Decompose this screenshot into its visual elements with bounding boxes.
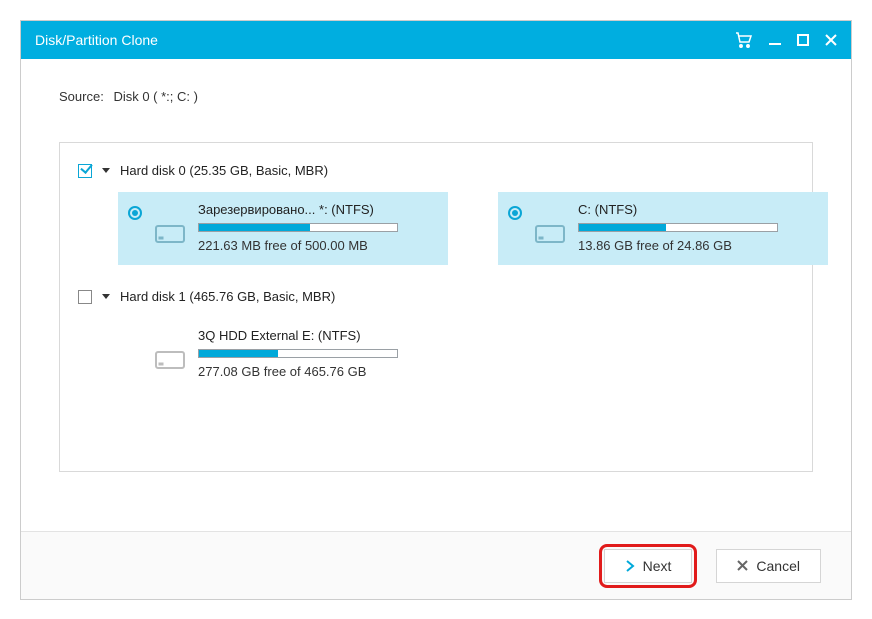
disk-icon [534, 220, 566, 248]
next-label: Next [643, 558, 672, 574]
partition-card-1-0[interactable]: 3Q HDD External E: (NTFS) 277.08 GB free… [118, 318, 448, 391]
clone-window: Disk/Partition Clone Source: Disk 0 ( *:… [20, 20, 852, 600]
usage-bar [198, 349, 398, 358]
disk-row-0[interactable]: Hard disk 0 (25.35 GB, Basic, MBR) [78, 157, 794, 184]
minimize-icon[interactable] [769, 34, 781, 46]
partition-title: C: (NTFS) [578, 202, 778, 217]
disk-label-0: Hard disk 0 (25.35 GB, Basic, MBR) [120, 163, 328, 178]
partitions-disk-0: Зарезервировано... *: (NTFS) 221.63 MB f… [118, 192, 794, 265]
footer: Next Cancel [21, 531, 851, 599]
disk-row-1[interactable]: Hard disk 1 (465.76 GB, Basic, MBR) [78, 283, 794, 310]
partition-title: 3Q HDD External E: (NTFS) [198, 328, 398, 343]
window-title: Disk/Partition Clone [35, 32, 158, 48]
disk-selection-panel: Hard disk 0 (25.35 GB, Basic, MBR) Зарез… [59, 142, 813, 472]
source-row: Source: Disk 0 ( *:; C: ) [21, 59, 851, 118]
maximize-icon[interactable] [797, 34, 809, 46]
disk-icon [154, 220, 186, 248]
partition-free: 13.86 GB free of 24.86 GB [578, 238, 778, 253]
usage-bar [578, 223, 778, 232]
next-button[interactable]: Next [604, 549, 693, 583]
close-icon [737, 560, 748, 571]
partition-radio-0-1[interactable] [508, 206, 522, 220]
partition-title: Зарезервировано... *: (NTFS) [198, 202, 398, 217]
cancel-button[interactable]: Cancel [716, 549, 821, 583]
partitions-disk-1: 3Q HDD External E: (NTFS) 277.08 GB free… [118, 318, 794, 391]
partition-info: C: (NTFS) 13.86 GB free of 24.86 GB [578, 202, 778, 253]
titlebar: Disk/Partition Clone [21, 21, 851, 59]
source-value: Disk 0 ( *:; C: ) [113, 89, 198, 104]
partition-radio-0-0[interactable] [128, 206, 142, 220]
cancel-label: Cancel [756, 558, 800, 574]
partition-info: Зарезервировано... *: (NTFS) 221.63 MB f… [198, 202, 398, 253]
chevron-down-icon[interactable] [102, 168, 110, 173]
partition-card-0-0[interactable]: Зарезервировано... *: (NTFS) 221.63 MB f… [118, 192, 448, 265]
titlebar-controls [735, 32, 837, 48]
partition-info: 3Q HDD External E: (NTFS) 277.08 GB free… [198, 328, 398, 379]
chevron-right-icon [625, 560, 635, 572]
partition-free: 221.63 MB free of 500.00 MB [198, 238, 398, 253]
disk-checkbox-0[interactable] [78, 164, 92, 178]
cart-icon[interactable] [735, 32, 753, 48]
partition-card-0-1[interactable]: C: (NTFS) 13.86 GB free of 24.86 GB [498, 192, 828, 265]
partition-free: 277.08 GB free of 465.76 GB [198, 364, 398, 379]
chevron-down-icon[interactable] [102, 294, 110, 299]
close-icon[interactable] [825, 34, 837, 46]
disk-icon [154, 346, 186, 374]
usage-bar [198, 223, 398, 232]
disk-checkbox-1[interactable] [78, 290, 92, 304]
disk-label-1: Hard disk 1 (465.76 GB, Basic, MBR) [120, 289, 335, 304]
source-label: Source: [59, 89, 104, 104]
